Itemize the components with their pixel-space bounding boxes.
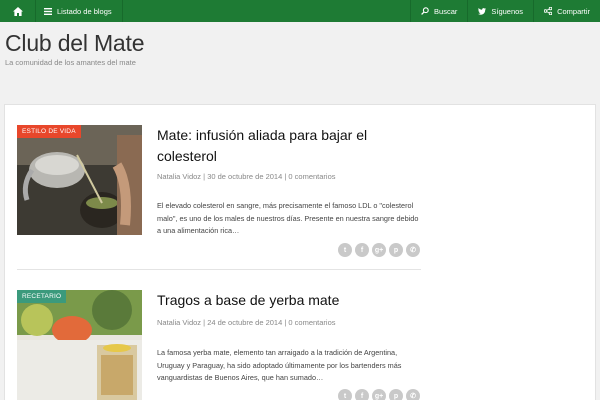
mate-tea-photo: [17, 125, 142, 235]
post-author[interactable]: Natalia Vidoz: [157, 318, 201, 327]
google-plus-icon[interactable]: g+: [372, 389, 386, 400]
post-share-icons: t f g+ p ✆: [338, 389, 420, 400]
mate-drinks-photo: [17, 290, 142, 400]
pinterest-icon[interactable]: p: [389, 243, 403, 257]
twitter-icon[interactable]: t: [338, 243, 352, 257]
meta-separator: |: [203, 318, 206, 327]
menu-icon: [44, 7, 52, 15]
post-comments-link[interactable]: 0 comentarios: [288, 318, 335, 327]
post-item: RECETARIO Tragos a base de yerba mate Na…: [17, 290, 421, 400]
site-title[interactable]: Club del Mate: [5, 30, 145, 57]
post-meta: Natalia Vidoz | 24 de octubre de 2014 | …: [157, 318, 336, 327]
post-comments-link[interactable]: 0 comentarios: [288, 172, 335, 181]
meta-separator: |: [284, 172, 287, 181]
home-button[interactable]: [0, 0, 36, 22]
posts-container: ESTILO DE VIDA Mate: infusión aliada par…: [4, 104, 596, 400]
twitter-icon[interactable]: t: [338, 389, 352, 400]
search-label: Buscar: [434, 6, 458, 16]
post-excerpt: El elevado colesterol en sangre, más pre…: [157, 201, 419, 235]
pinterest-icon[interactable]: p: [389, 389, 403, 400]
google-plus-icon[interactable]: g+: [372, 243, 386, 257]
share-label: Compartir: [557, 6, 590, 16]
facebook-icon[interactable]: f: [355, 243, 369, 257]
post-meta: Natalia Vidoz | 30 de octubre de 2014 | …: [157, 172, 336, 181]
share-button[interactable]: Compartir: [533, 0, 600, 22]
facebook-icon[interactable]: f: [355, 389, 369, 400]
twitter-icon: [478, 7, 487, 15]
post-category-badge[interactable]: ESTILO DE VIDA: [17, 125, 81, 138]
whatsapp-icon[interactable]: ✆: [406, 243, 420, 257]
home-icon: [12, 6, 23, 16]
post-thumbnail[interactable]: ESTILO DE VIDA: [17, 125, 142, 235]
search-button[interactable]: Buscar: [410, 0, 467, 22]
blog-list-label: Listado de blogs: [57, 6, 112, 16]
post-item: ESTILO DE VIDA Mate: infusión aliada par…: [17, 125, 421, 265]
post-share-icons: t f g+ p ✆: [338, 243, 420, 257]
post-title[interactable]: Mate: infusión aliada para bajar el cole…: [157, 125, 417, 167]
follow-label: Síguenos: [491, 6, 524, 16]
post-divider: [17, 269, 421, 270]
post-thumbnail[interactable]: RECETARIO: [17, 290, 142, 400]
post-category-badge[interactable]: RECETARIO: [17, 290, 67, 303]
whatsapp-icon[interactable]: ✆: [406, 389, 420, 400]
follow-button[interactable]: Síguenos: [467, 0, 533, 22]
top-navigation-bar: Listado de blogs Buscar Síguenos Compart…: [0, 0, 600, 22]
site-tagline: La comunidad de los amantes del mate: [5, 58, 136, 67]
post-title[interactable]: Tragos a base de yerba mate: [157, 290, 417, 311]
search-icon: [421, 7, 429, 15]
post-date: 30 de octubre de 2014: [207, 172, 283, 181]
meta-separator: |: [284, 318, 287, 327]
meta-separator: |: [203, 172, 206, 181]
share-icon: [544, 7, 553, 15]
post-date: 24 de octubre de 2014: [207, 318, 283, 327]
post-author[interactable]: Natalia Vidoz: [157, 172, 201, 181]
blog-list-button[interactable]: Listado de blogs: [36, 0, 123, 22]
post-excerpt: La famosa yerba mate, elemento tan arrai…: [157, 348, 402, 382]
